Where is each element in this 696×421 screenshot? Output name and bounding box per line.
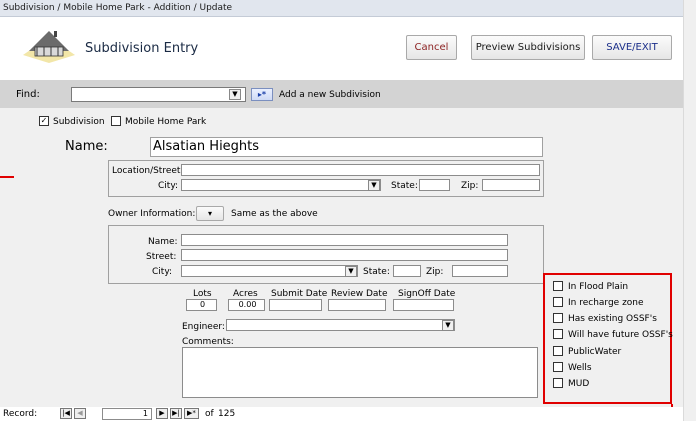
engineer-label: Engineer: <box>182 322 225 332</box>
first-record-icon[interactable]: |◀ <box>60 408 72 419</box>
owner-state-field[interactable] <box>393 265 421 277</box>
public-water-checkbox[interactable] <box>553 346 563 356</box>
location-zip-field[interactable] <box>482 179 540 191</box>
future-ossf-checkbox[interactable] <box>553 329 563 339</box>
submit-date-label: Submit Date <box>271 289 328 299</box>
preview-subdivisions-button[interactable]: Preview Subdivisions <box>471 35 585 60</box>
flood-plain-checkbox[interactable] <box>553 281 563 291</box>
name-label: Name: <box>65 139 108 154</box>
recharge-zone-checkbox[interactable] <box>553 297 563 307</box>
subdivision-checkbox[interactable]: ✓ <box>39 116 49 126</box>
owner-city-combo[interactable] <box>181 265 358 277</box>
subdivision-label: Subdivision <box>53 117 105 127</box>
location-city-dropdown-icon[interactable]: ▼ <box>368 180 380 191</box>
vertical-scrollbar[interactable] <box>683 0 696 421</box>
find-dropdown-icon[interactable]: ▼ <box>229 89 241 100</box>
owner-zip-label: Zip: <box>426 267 444 277</box>
next-record-icon[interactable]: ▶ <box>156 408 168 419</box>
location-state-field[interactable] <box>419 179 450 191</box>
record-of-label: of <box>205 409 214 419</box>
location-zip-label: Zip: <box>461 181 479 191</box>
owner-street-label: Street: <box>146 252 177 262</box>
owner-city-label: City: <box>152 267 173 277</box>
save-exit-button[interactable]: SAVE/EXIT <box>592 35 672 60</box>
existing-ossf-checkbox[interactable] <box>553 313 563 323</box>
house-logo-icon <box>23 31 75 63</box>
owner-street-field[interactable] <box>181 249 508 261</box>
comments-field[interactable] <box>182 347 538 398</box>
location-city-label: City: <box>158 181 179 191</box>
future-ossf-label: Will have future OSSF's <box>568 330 673 340</box>
wells-label: Wells <box>568 363 592 373</box>
cancel-button[interactable]: Cancel <box>406 35 457 60</box>
find-label: Find: <box>16 89 40 100</box>
red-annotation-line <box>0 176 14 178</box>
engineer-dropdown-icon[interactable]: ▼ <box>442 320 454 331</box>
owner-information-label: Owner Information: <box>108 209 196 219</box>
add-new-subdivision-label: Add a new Subdivision <box>279 90 381 100</box>
acres-label: Acres <box>233 289 258 299</box>
owner-name-label: Name: <box>148 237 178 247</box>
engineer-combo[interactable] <box>226 319 455 331</box>
submit-date-field[interactable] <box>269 299 322 311</box>
owner-state-label: State: <box>363 267 390 277</box>
public-water-label: PublicWater <box>568 347 622 357</box>
location-city-combo[interactable] <box>181 179 381 191</box>
mud-checkbox[interactable] <box>553 378 563 388</box>
new-record-icon[interactable]: ▶* <box>184 408 199 419</box>
mud-label: MUD <box>568 379 590 389</box>
same-as-above-label: Same as the above <box>231 209 318 219</box>
owner-city-dropdown-icon[interactable]: ▼ <box>345 266 357 277</box>
form-title: Subdivision Entry <box>85 41 199 56</box>
owner-zip-field[interactable] <box>452 265 508 277</box>
review-date-label: Review Date <box>331 289 388 299</box>
wells-checkbox[interactable] <box>553 362 563 372</box>
record-label: Record: <box>3 409 38 419</box>
lots-field[interactable]: 0 <box>186 299 217 311</box>
find-combo[interactable] <box>71 87 246 102</box>
comments-label: Comments: <box>182 337 234 347</box>
copy-owner-dropdown-icon[interactable]: ▾ <box>196 206 224 221</box>
subdivision-name-field[interactable]: Alsatian Hieghts <box>150 137 543 157</box>
mobile-home-park-checkbox[interactable] <box>111 116 121 126</box>
mobile-home-park-label: Mobile Home Park <box>125 117 207 127</box>
owner-name-field[interactable] <box>181 234 508 246</box>
review-date-field[interactable] <box>328 299 386 311</box>
existing-ossf-label: Has existing OSSF's <box>568 314 657 324</box>
location-street-field[interactable] <box>181 164 540 176</box>
acres-field[interactable]: 0.00 <box>228 299 265 311</box>
current-record-field[interactable]: 1 <box>102 408 152 420</box>
window-title: Subdivision / Mobile Home Park - Additio… <box>0 0 683 17</box>
recharge-zone-label: In recharge zone <box>568 298 644 308</box>
location-street-label: Location/Street: <box>112 166 184 176</box>
location-state-label: State: <box>391 181 418 191</box>
previous-record-icon[interactable]: ◀ <box>74 408 86 419</box>
lots-label: Lots <box>193 289 212 299</box>
add-new-subdivision-button[interactable]: ▸* <box>251 88 273 101</box>
signoff-date-label: SignOff Date <box>398 289 456 299</box>
record-total: 125 <box>218 409 236 419</box>
signoff-date-field[interactable] <box>393 299 454 311</box>
last-record-icon[interactable]: ▶| <box>170 408 182 419</box>
flood-plain-label: In Flood Plain <box>568 282 629 292</box>
